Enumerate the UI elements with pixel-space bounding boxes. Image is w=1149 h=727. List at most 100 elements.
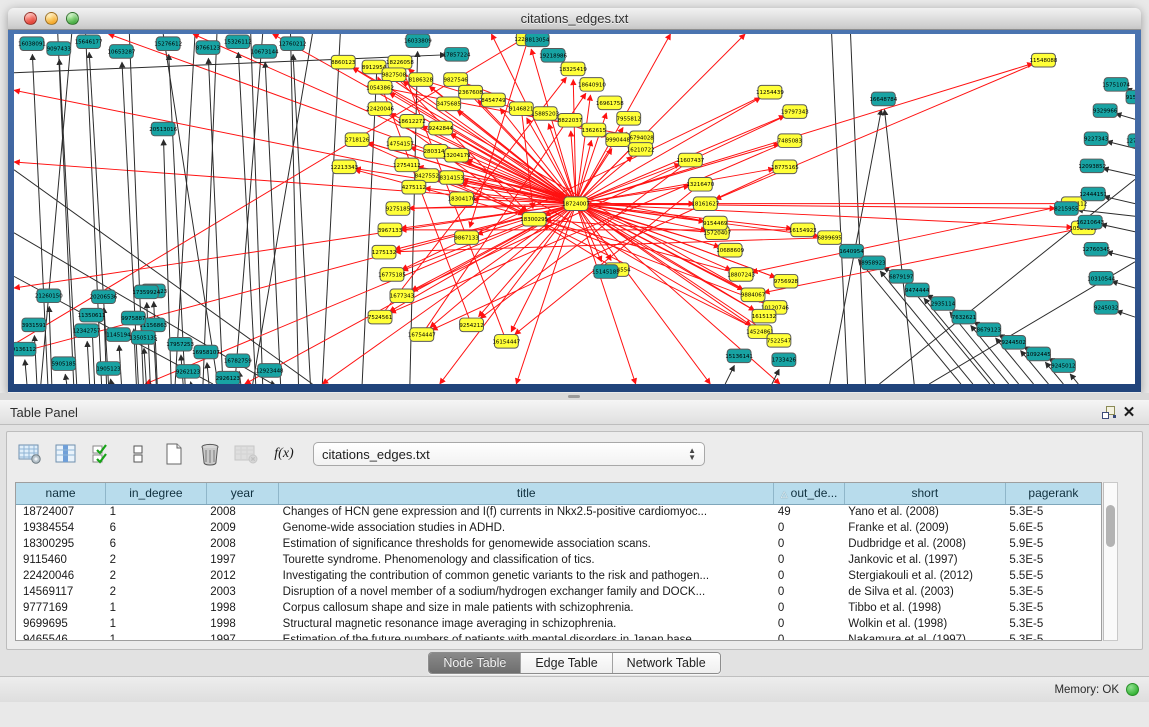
graph-node[interactable]: 1145194 xyxy=(106,328,131,342)
graph-node[interactable]: 8958923 xyxy=(861,256,885,270)
table-cell[interactable]: 2012 xyxy=(206,568,278,584)
table-row[interactable]: 946554611997Estimation of the future num… xyxy=(16,632,1101,641)
graph-edge[interactable] xyxy=(1112,281,1135,288)
graph-node[interactable]: 10673144 xyxy=(251,45,279,59)
table-cell[interactable]: Genome-wide association studies in ADHD. xyxy=(279,520,774,536)
table-cell[interactable]: 5.3E-5 xyxy=(1005,584,1101,600)
table-cell[interactable]: 2 xyxy=(106,584,207,600)
graph-node[interactable]: 9254212 xyxy=(459,318,483,332)
graph-node[interactable]: 9262123 xyxy=(176,365,200,379)
graph-node[interactable]: 18325419 xyxy=(559,62,587,76)
graph-edge[interactable] xyxy=(1070,374,1078,384)
function-builder-icon[interactable]: f(x) xyxy=(267,439,301,469)
graph-node[interactable]: 9242844 xyxy=(429,121,454,135)
table-cell[interactable]: 0 xyxy=(774,568,844,584)
graph-node[interactable]: 3475685 xyxy=(437,97,461,111)
table-cell[interactable]: 9699695 xyxy=(16,616,106,632)
graph-node[interactable]: 7524561 xyxy=(368,310,392,324)
table-cell[interactable]: 0 xyxy=(774,616,844,632)
graph-edge[interactable] xyxy=(265,62,280,384)
graph-node[interactable]: 19797343 xyxy=(781,105,809,119)
graph-node[interactable]: 12760345 xyxy=(1082,242,1110,256)
graph-node[interactable]: 15751074 xyxy=(1102,78,1130,92)
window-titlebar[interactable]: citations_edges.txt xyxy=(8,8,1141,30)
panel-splitter[interactable] xyxy=(0,393,1149,400)
graph-edge[interactable] xyxy=(322,34,340,384)
graph-node[interactable]: 7632621 xyxy=(952,310,976,324)
table-cell[interactable]: 2 xyxy=(106,552,207,568)
delete-table-icon[interactable] xyxy=(231,439,261,469)
graph-node[interactable]: 15136141 xyxy=(725,349,753,363)
graph-edge[interactable] xyxy=(144,348,146,384)
table-cell[interactable]: 1 xyxy=(106,600,207,616)
table-cell[interactable]: 5.3E-5 xyxy=(1005,600,1101,616)
graph-node[interactable]: 3967133 xyxy=(378,223,402,237)
table-cell[interactable]: Structural magnetic resonance image aver… xyxy=(279,616,774,632)
graph-node[interactable]: 9244502 xyxy=(1001,336,1025,350)
graph-node[interactable]: 9329966 xyxy=(1093,104,1118,118)
graph-node[interactable]: 9975887 xyxy=(121,311,145,325)
graph-node[interactable]: 8314153 xyxy=(439,171,463,185)
graph-node[interactable]: 12754112 xyxy=(393,158,421,172)
close-window-button[interactable] xyxy=(24,12,37,25)
table-cell[interactable]: 2008 xyxy=(206,536,278,552)
graph-edge[interactable] xyxy=(169,54,185,384)
table-cell[interactable]: 5.5E-5 xyxy=(1005,568,1101,584)
show-columns-icon[interactable] xyxy=(51,439,81,469)
table-row[interactable]: 1456911722003Disruption of a novel membe… xyxy=(16,584,1101,600)
graph-node[interactable]: 16775185 xyxy=(378,268,406,282)
row-height-icon[interactable] xyxy=(123,439,153,469)
graph-node[interactable]: 18775165 xyxy=(771,160,799,174)
table-cell[interactable]: Tourette syndrome. Phenomenology and cla… xyxy=(279,552,774,568)
graph-node[interactable]: 11254439 xyxy=(756,85,784,99)
table-cell[interactable]: 1 xyxy=(106,504,207,520)
table-cell[interactable]: 18724007 xyxy=(16,504,106,520)
graph-node[interactable]: 9884067 xyxy=(741,288,765,302)
graph-node[interactable]: 16154447 xyxy=(492,335,520,349)
graph-node[interactable]: 9275185 xyxy=(386,202,410,216)
table-row[interactable]: 1938455462009Genome-wide association stu… xyxy=(16,520,1101,536)
graph-node[interactable]: 18807243 xyxy=(727,268,755,282)
graph-node[interactable]: 16038091 xyxy=(18,37,46,51)
graph-node[interactable]: 9150123 xyxy=(1126,90,1135,104)
graph-node[interactable]: 10310544 xyxy=(1087,272,1115,286)
table-cell[interactable]: Changes of HCN gene expression and I(f) … xyxy=(279,504,774,520)
table-cell[interactable]: 1997 xyxy=(206,632,278,641)
splitter-grip[interactable] xyxy=(568,395,580,398)
graph-node[interactable]: 9474444 xyxy=(905,283,930,297)
graph-node[interactable]: 9827508 xyxy=(382,68,407,82)
graph-node[interactable]: 12760212 xyxy=(279,37,307,51)
graph-node[interactable]: 11607437 xyxy=(676,153,704,167)
table-cell[interactable]: 0 xyxy=(774,552,844,568)
new-column-icon[interactable] xyxy=(159,439,189,469)
table-scrollbar[interactable] xyxy=(1103,482,1118,641)
graph-node[interactable]: 11548088 xyxy=(1030,53,1058,67)
graph-edge[interactable] xyxy=(576,186,690,204)
graph-node[interactable]: 22420046 xyxy=(366,102,394,116)
graph-edge[interactable] xyxy=(576,204,1072,228)
graph-node[interactable]: 14754157 xyxy=(386,137,414,151)
graph-node[interactable]: 15326112 xyxy=(224,35,252,49)
graph-node[interactable]: 4275112 xyxy=(402,180,426,194)
graph-edge[interactable] xyxy=(576,164,680,204)
table-cell[interactable]: Wolkin et al. (1998) xyxy=(844,616,1005,632)
column-header-in_degree[interactable]: in_degree xyxy=(106,483,207,504)
graph-node[interactable]: 9146821 xyxy=(509,102,533,116)
graph-node[interactable]: 17857224 xyxy=(443,48,471,62)
table-cell[interactable]: 14569117 xyxy=(16,584,106,600)
table-cell[interactable]: Nakamura et al. (1997) xyxy=(844,632,1005,641)
float-window-icon[interactable] xyxy=(1099,404,1119,422)
graph-node[interactable]: 16961758 xyxy=(596,96,624,110)
column-header-out_de[interactable]: △out_de... xyxy=(774,483,844,504)
graph-node[interactable]: 13505135 xyxy=(129,331,157,345)
graph-node[interactable]: 8766123 xyxy=(196,41,220,55)
graph-edge[interactable] xyxy=(576,95,591,204)
table-cell[interactable]: 1 xyxy=(106,632,207,641)
table-cell[interactable]: 1998 xyxy=(206,616,278,632)
graph-edge[interactable] xyxy=(851,34,866,384)
graph-node[interactable]: 12923448 xyxy=(256,364,284,378)
graph-node[interactable]: 16782759 xyxy=(224,354,252,368)
table-cell[interactable]: 2009 xyxy=(206,520,278,536)
graph-edge[interactable] xyxy=(576,149,612,204)
table-cell[interactable]: 49 xyxy=(774,504,844,520)
